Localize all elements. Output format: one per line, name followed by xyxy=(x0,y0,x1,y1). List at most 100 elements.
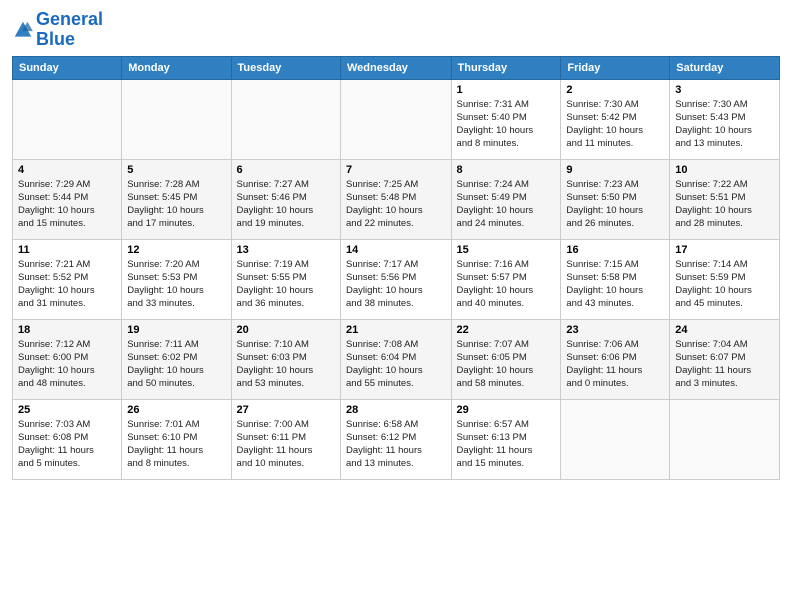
day-info: Sunrise: 6:57 AMSunset: 6:13 PMDaylight:… xyxy=(457,418,556,471)
day-number: 4 xyxy=(18,164,116,176)
calendar-cell: 9 Sunrise: 7:23 AMSunset: 5:50 PMDaylight… xyxy=(561,159,670,239)
calendar-cell: 22 Sunrise: 7:07 AMSunset: 6:05 PMDayligh… xyxy=(451,319,561,399)
day-number: 21 xyxy=(346,324,446,336)
calendar-cell: 23 Sunrise: 7:06 AMSunset: 6:06 PMDayligh… xyxy=(561,319,670,399)
day-info: Sunrise: 7:29 AMSunset: 5:44 PMDaylight:… xyxy=(18,178,116,231)
day-number: 7 xyxy=(346,164,446,176)
calendar-cell: 2 Sunrise: 7:30 AMSunset: 5:42 PMDaylight… xyxy=(561,79,670,159)
col-header-tuesday: Tuesday xyxy=(231,56,340,79)
day-number: 22 xyxy=(457,324,556,336)
calendar-cell: 25Sunrise: 7:03 AMSunset: 6:08 PMDayligh… xyxy=(13,399,122,479)
calendar-cell: 19 Sunrise: 7:11 AMSunset: 6:02 PMDayligh… xyxy=(122,319,231,399)
day-info: Sunrise: 7:17 AMSunset: 5:56 PMDaylight:… xyxy=(346,258,446,311)
calendar-cell: 8 Sunrise: 7:24 AMSunset: 5:49 PMDaylight… xyxy=(451,159,561,239)
calendar-cell: 13 Sunrise: 7:19 AMSunset: 5:55 PMDayligh… xyxy=(231,239,340,319)
day-info: Sunrise: 7:15 AMSunset: 5:58 PMDaylight:… xyxy=(566,258,664,311)
day-info: Sunrise: 7:27 AMSunset: 5:46 PMDaylight:… xyxy=(237,178,335,231)
calendar-cell xyxy=(13,79,122,159)
logo: General Blue xyxy=(12,10,103,50)
logo-icon xyxy=(12,19,34,41)
day-number: 11 xyxy=(18,244,116,256)
day-number: 16 xyxy=(566,244,664,256)
calendar-cell: 5 Sunrise: 7:28 AMSunset: 5:45 PMDaylight… xyxy=(122,159,231,239)
day-number: 9 xyxy=(566,164,664,176)
col-header-saturday: Saturday xyxy=(670,56,780,79)
day-info: Sunrise: 7:28 AMSunset: 5:45 PMDaylight:… xyxy=(127,178,225,231)
day-number: 17 xyxy=(675,244,774,256)
calendar-cell: 29 Sunrise: 6:57 AMSunset: 6:13 PMDayligh… xyxy=(451,399,561,479)
day-info: Sunrise: 7:06 AMSunset: 6:06 PMDaylight:… xyxy=(566,338,664,391)
day-number: 1 xyxy=(457,84,556,96)
header: General Blue xyxy=(12,10,780,50)
col-header-sunday: Sunday xyxy=(13,56,122,79)
day-number: 23 xyxy=(566,324,664,336)
day-info: Sunrise: 7:23 AMSunset: 5:50 PMDaylight:… xyxy=(566,178,664,231)
day-number: 13 xyxy=(237,244,335,256)
day-number: 5 xyxy=(127,164,225,176)
calendar-cell: 26 Sunrise: 7:01 AMSunset: 6:10 PMDayligh… xyxy=(122,399,231,479)
col-header-friday: Friday xyxy=(561,56,670,79)
calendar-cell xyxy=(231,79,340,159)
day-number: 14 xyxy=(346,244,446,256)
week-row-1: 4 Sunrise: 7:29 AMSunset: 5:44 PMDaylight… xyxy=(13,159,780,239)
day-info: Sunrise: 7:01 AMSunset: 6:10 PMDaylight:… xyxy=(127,418,225,471)
col-header-monday: Monday xyxy=(122,56,231,79)
day-number: 19 xyxy=(127,324,225,336)
calendar-cell: 14 Sunrise: 7:17 AMSunset: 5:56 PMDayligh… xyxy=(341,239,452,319)
week-row-3: 18Sunrise: 7:12 AMSunset: 6:00 PMDayligh… xyxy=(13,319,780,399)
day-number: 18 xyxy=(18,324,116,336)
day-info: Sunrise: 7:24 AMSunset: 5:49 PMDaylight:… xyxy=(457,178,556,231)
calendar-cell: 6Sunrise: 7:27 AMSunset: 5:46 PMDaylight… xyxy=(231,159,340,239)
day-number: 20 xyxy=(237,324,335,336)
day-number: 27 xyxy=(237,404,335,416)
calendar-cell: 15Sunrise: 7:16 AMSunset: 5:57 PMDayligh… xyxy=(451,239,561,319)
day-info: Sunrise: 7:11 AMSunset: 6:02 PMDaylight:… xyxy=(127,338,225,391)
day-info: Sunrise: 7:07 AMSunset: 6:05 PMDaylight:… xyxy=(457,338,556,391)
page-container: General Blue SundayMondayTuesdayWednesda… xyxy=(0,0,792,490)
logo-text2: Blue xyxy=(36,30,103,50)
day-number: 10 xyxy=(675,164,774,176)
calendar-cell xyxy=(561,399,670,479)
day-number: 15 xyxy=(457,244,556,256)
day-number: 8 xyxy=(457,164,556,176)
day-number: 24 xyxy=(675,324,774,336)
calendar-cell: 28 Sunrise: 6:58 AMSunset: 6:12 PMDayligh… xyxy=(341,399,452,479)
day-number: 25 xyxy=(18,404,116,416)
day-info: Sunrise: 6:58 AMSunset: 6:12 PMDaylight:… xyxy=(346,418,446,471)
day-info: Sunrise: 7:22 AMSunset: 5:51 PMDaylight:… xyxy=(675,178,774,231)
day-number: 3 xyxy=(675,84,774,96)
calendar-cell xyxy=(341,79,452,159)
day-info: Sunrise: 7:19 AMSunset: 5:55 PMDaylight:… xyxy=(237,258,335,311)
week-row-4: 25Sunrise: 7:03 AMSunset: 6:08 PMDayligh… xyxy=(13,399,780,479)
header-row: SundayMondayTuesdayWednesdayThursdayFrid… xyxy=(13,56,780,79)
day-number: 28 xyxy=(346,404,446,416)
calendar-cell: 24 Sunrise: 7:04 AMSunset: 6:07 PMDayligh… xyxy=(670,319,780,399)
col-header-thursday: Thursday xyxy=(451,56,561,79)
day-info: Sunrise: 7:00 AMSunset: 6:11 PMDaylight:… xyxy=(237,418,335,471)
calendar-cell: 11 Sunrise: 7:21 AMSunset: 5:52 PMDayligh… xyxy=(13,239,122,319)
calendar-cell: 20Sunrise: 7:10 AMSunset: 6:03 PMDayligh… xyxy=(231,319,340,399)
day-info: Sunrise: 7:30 AMSunset: 5:43 PMDaylight:… xyxy=(675,98,774,151)
day-info: Sunrise: 7:04 AMSunset: 6:07 PMDaylight:… xyxy=(675,338,774,391)
day-number: 12 xyxy=(127,244,225,256)
day-info: Sunrise: 7:08 AMSunset: 6:04 PMDaylight:… xyxy=(346,338,446,391)
calendar-cell xyxy=(670,399,780,479)
col-header-wednesday: Wednesday xyxy=(341,56,452,79)
week-row-0: 1 Sunrise: 7:31 AMSunset: 5:40 PMDaylight… xyxy=(13,79,780,159)
day-number: 26 xyxy=(127,404,225,416)
calendar-cell: 18Sunrise: 7:12 AMSunset: 6:00 PMDayligh… xyxy=(13,319,122,399)
day-info: Sunrise: 7:30 AMSunset: 5:42 PMDaylight:… xyxy=(566,98,664,151)
day-info: Sunrise: 7:31 AMSunset: 5:40 PMDaylight:… xyxy=(457,98,556,151)
calendar-cell: 4 Sunrise: 7:29 AMSunset: 5:44 PMDaylight… xyxy=(13,159,122,239)
calendar-cell: 21 Sunrise: 7:08 AMSunset: 6:04 PMDayligh… xyxy=(341,319,452,399)
day-info: Sunrise: 7:20 AMSunset: 5:53 PMDaylight:… xyxy=(127,258,225,311)
logo-text: General xyxy=(36,10,103,30)
day-info: Sunrise: 7:21 AMSunset: 5:52 PMDaylight:… xyxy=(18,258,116,311)
day-number: 2 xyxy=(566,84,664,96)
calendar-cell: 1 Sunrise: 7:31 AMSunset: 5:40 PMDaylight… xyxy=(451,79,561,159)
calendar-cell: 3 Sunrise: 7:30 AMSunset: 5:43 PMDaylight… xyxy=(670,79,780,159)
calendar-cell: 27 Sunrise: 7:00 AMSunset: 6:11 PMDayligh… xyxy=(231,399,340,479)
week-row-2: 11 Sunrise: 7:21 AMSunset: 5:52 PMDayligh… xyxy=(13,239,780,319)
day-number: 29 xyxy=(457,404,556,416)
calendar-cell: 12 Sunrise: 7:20 AMSunset: 5:53 PMDayligh… xyxy=(122,239,231,319)
